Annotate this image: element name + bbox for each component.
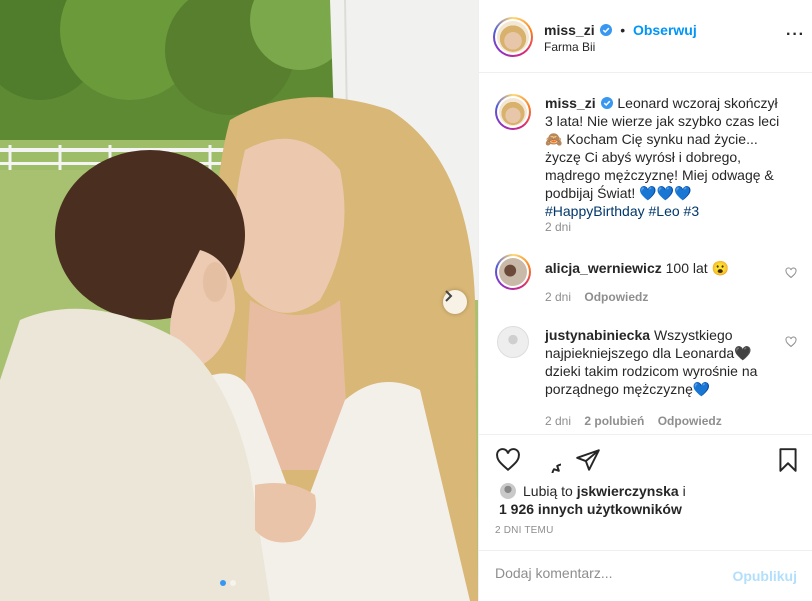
likes-conjunction: i [682, 483, 686, 499]
comment-time: 2 dni [545, 414, 572, 428]
comment-username[interactable]: justynabiniecka [545, 327, 650, 343]
comment-item: alicja_werniewicz 100 lat 😮 2 dni Odpowi… [495, 254, 805, 304]
verified-badge-icon [601, 97, 614, 109]
caption: miss_zi Leonard wczoraj skończył 3 lata!… [495, 94, 805, 234]
comment-input[interactable] [495, 565, 725, 581]
follow-button[interactable]: Obserwuj [633, 22, 697, 38]
commenter-avatar[interactable] [497, 326, 529, 358]
likes-prefix: Lubią to [523, 483, 573, 499]
comment-like-heart-icon[interactable] [785, 336, 797, 348]
add-comment-bar: Opublikuj [479, 550, 812, 601]
commenter-avatar[interactable] [495, 254, 531, 290]
reply-button[interactable]: Odpowiedz [658, 414, 722, 428]
likes-summary: Lubią to jskwierczynska i 1 926 innych u… [499, 482, 799, 518]
comments-list: miss_zi Leonard wczoraj skończył 3 lata!… [479, 74, 812, 434]
caption-username[interactable]: miss_zi [545, 95, 596, 111]
save-bookmark-icon[interactable] [775, 447, 801, 473]
share-send-icon[interactable] [575, 447, 601, 473]
caption-text-block: miss_zi Leonard wczoraj skończył 3 lata!… [545, 94, 785, 220]
chevron-right-icon [445, 290, 453, 302]
post-timestamp[interactable]: 2 DNI TEMU [495, 525, 554, 536]
caption-time: 2 dni [545, 220, 572, 234]
carousel-indicator [220, 580, 236, 586]
comment-meta: 2 dni 2 polubień Odpowiedz [545, 414, 722, 428]
photo-illustration [0, 0, 478, 601]
verified-badge-icon [600, 24, 613, 36]
likes-others-link[interactable]: 1 926 innych użytkowników [499, 501, 682, 517]
next-photo-button[interactable] [443, 290, 467, 314]
comment-likes-count[interactable]: 2 polubień [584, 414, 644, 428]
comment-text-block: justynabiniecka Wszystkiego najpiekniejs… [545, 326, 785, 398]
dot-separator: • [616, 22, 630, 38]
comment-meta: 2 dni Odpowiedz [545, 290, 648, 304]
liker-avatar[interactable] [499, 482, 517, 500]
more-options-icon[interactable]: ··· [786, 26, 805, 44]
author-username[interactable]: miss_zi [544, 22, 595, 38]
comment-time: 2 dni [545, 290, 572, 304]
post-header: miss_zi • Obserwuj Farma Bii ··· [479, 0, 812, 73]
liker-username[interactable]: jskwierczynska [577, 483, 679, 499]
comment-item: justynabiniecka Wszystkiego najpiekniejs… [495, 326, 805, 434]
comment-bubble-icon[interactable] [535, 447, 561, 473]
caption-hashtags[interactable]: #HappyBirthday #Leo #3 [545, 203, 699, 219]
publish-button[interactable]: Opublikuj [732, 568, 797, 584]
caption-avatar[interactable] [495, 94, 531, 130]
carousel-dot-active [220, 580, 226, 586]
post-location[interactable]: Farma Bii [544, 40, 595, 54]
comment-text-block: alicja_werniewicz 100 lat 😮 [545, 259, 785, 277]
like-heart-icon[interactable] [495, 447, 521, 473]
comment-like-heart-icon[interactable] [785, 267, 797, 279]
author-avatar[interactable] [493, 17, 533, 57]
carousel-dot [230, 580, 236, 586]
author-line: miss_zi • Obserwuj [544, 22, 697, 38]
reply-button[interactable]: Odpowiedz [584, 290, 648, 304]
comment-text: 100 lat 😮 [665, 260, 729, 276]
post-photo[interactable] [0, 0, 478, 601]
post-side-panel: miss_zi • Obserwuj Farma Bii ··· miss_zi [478, 0, 812, 601]
comment-username[interactable]: alicja_werniewicz [545, 260, 662, 276]
